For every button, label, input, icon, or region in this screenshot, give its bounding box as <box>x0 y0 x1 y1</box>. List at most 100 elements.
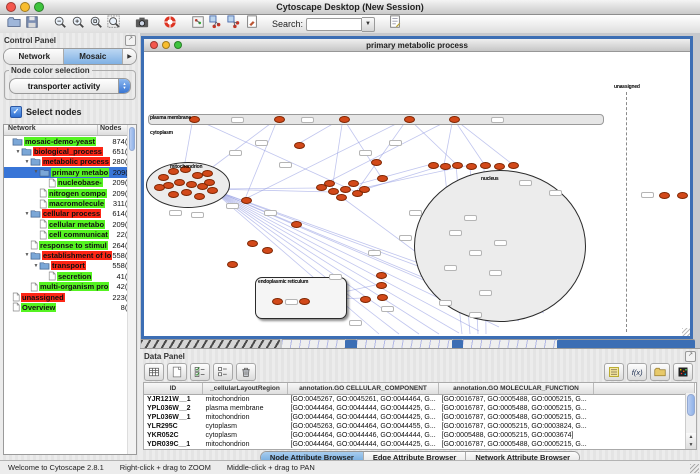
table-cell[interactable] <box>594 422 695 431</box>
gene-node[interactable] <box>247 240 258 247</box>
node-color-dropdown[interactable]: transporter activity ▲▼ <box>9 78 131 94</box>
network-window-titlebar[interactable]: primary metabolic process <box>144 39 690 52</box>
float-data-panel-icon[interactable]: ↗ <box>685 351 696 362</box>
tree-row-nitrogen-compo[interactable]: nitrogen compo209(0) <box>4 188 136 198</box>
gene-node[interactable] <box>204 179 215 186</box>
tree-row-overview[interactable]: Overview8(0) <box>4 302 136 312</box>
gene-node[interactable] <box>428 162 439 169</box>
table-cell[interactable]: YPL036W__2 <box>144 404 203 413</box>
table-row[interactable]: YJR121W__1mitochondrion[GO:0045267, GO:0… <box>144 395 695 405</box>
view-resize-grip[interactable] <box>682 328 690 336</box>
edge[interactable] <box>444 118 453 165</box>
table-cell[interactable]: cytoplasm <box>203 422 288 431</box>
import-attributes-icon[interactable] <box>650 363 670 381</box>
gene-node[interactable] <box>466 163 477 170</box>
table-cell[interactable]: [GO:0016787, GO:0005488, GO:0005215, G..… <box>439 395 594 405</box>
tree-row-transport[interactable]: ▼transport558(0) <box>4 261 136 271</box>
gene-node[interactable] <box>340 186 351 193</box>
gene-node[interactable] <box>452 162 463 169</box>
gene-node[interactable] <box>348 180 359 187</box>
table-row[interactable]: YDR039C__1mitochondrion[GO:0044464, GO:0… <box>144 440 695 449</box>
gene-node[interactable] <box>272 298 283 305</box>
table-row[interactable]: YPL036W__1mitochondrion[GO:0044464, GO:0… <box>144 413 695 422</box>
gene-node[interactable] <box>294 142 305 149</box>
table-cell[interactable] <box>594 395 695 405</box>
gene-node[interactable] <box>174 179 185 186</box>
attribute-matrix-icon[interactable] <box>673 363 693 381</box>
tree-row-metabolic-process[interactable]: ▼metabolic process280(0) <box>4 157 136 167</box>
table-cell[interactable]: mitochondrion <box>203 413 288 422</box>
gene-node[interactable] <box>494 163 505 170</box>
table-row[interactable]: YPL036W__2plasma membrane[GO:0044464, GO… <box>144 404 695 413</box>
create-attribute-icon[interactable] <box>167 363 187 381</box>
snapshot-icon[interactable] <box>134 14 150 30</box>
table-row[interactable]: YKR052Ccytoplasm[GO:0044464, GO:0044446,… <box>144 431 695 440</box>
table-cell[interactable]: [GO:0016787, GO:0005488, GO:0005215, G..… <box>439 413 594 422</box>
table-cell[interactable] <box>594 431 695 440</box>
table-cell[interactable]: [GO:0005488, GO:0005215, GO:0003674] <box>439 431 594 440</box>
gene-node[interactable] <box>241 197 252 204</box>
table-cell[interactable] <box>594 404 695 413</box>
table-cell[interactable]: [GO:0044464, GO:0044446, GO:0044444, G..… <box>288 431 439 440</box>
search-options-icon[interactable] <box>387 14 403 30</box>
gene-node[interactable] <box>262 247 273 254</box>
gene-node[interactable] <box>168 191 179 198</box>
gene-node[interactable] <box>377 294 388 301</box>
gene-node[interactable] <box>449 116 460 123</box>
table-header-_cellularLayoutRegion[interactable]: _cellularLayoutRegion <box>203 383 288 395</box>
gene-node[interactable] <box>359 186 370 193</box>
function-builder-icon[interactable]: f(x) <box>627 363 647 381</box>
table-cell[interactable]: YLR295C <box>144 422 203 431</box>
table-cell[interactable] <box>594 440 695 449</box>
search-input[interactable] <box>306 18 362 31</box>
attribute-list-icon[interactable] <box>604 363 624 381</box>
gene-node[interactable] <box>377 175 388 182</box>
tree-row-biological-process[interactable]: ▼biological_process651(0) <box>4 146 136 156</box>
gene-node[interactable] <box>194 193 205 200</box>
cytopanel-icon[interactable] <box>190 14 206 30</box>
table-cell[interactable]: [GO:0016787, GO:0005488, GO:0005215, G..… <box>439 440 594 449</box>
gene-node[interactable] <box>360 296 371 303</box>
zoom-region-icon[interactable] <box>106 14 122 30</box>
attribute-table-icon[interactable] <box>144 363 164 381</box>
import-annotation-icon[interactable] <box>244 14 260 30</box>
table-cell[interactable]: YJR121W__1 <box>144 395 203 405</box>
zoom-fit-icon[interactable] <box>88 14 104 30</box>
app-resize-grip[interactable] <box>690 464 699 473</box>
table-header-annotation.GO CELLULAR_COMPONENT[interactable]: annotation.GO CELLULAR_COMPONENT <box>288 383 439 395</box>
tree-row-nucleobase-[interactable]: nucleobase-209(0) <box>4 178 136 188</box>
gene-node[interactable] <box>480 162 491 169</box>
gene-node[interactable] <box>181 189 192 196</box>
table-cell[interactable]: [GO:0044464, GO:0044444, GO:0044425, G..… <box>288 404 439 413</box>
open-session-icon[interactable] <box>6 14 22 30</box>
attribute-mapping-icon[interactable] <box>208 14 224 30</box>
gene-node[interactable] <box>677 192 688 199</box>
tree-row-cell-communicat[interactable]: cell communicat22(0) <box>4 230 136 240</box>
gene-node[interactable] <box>227 261 238 268</box>
table-cell[interactable]: [GO:0016787, GO:0005488, GO:0005215, G..… <box>439 404 594 413</box>
tree-row-macromolecule[interactable]: macromolecule311(0) <box>4 198 136 208</box>
table-cell[interactable]: [GO:0044464, GO:0044444, GO:0044425, G..… <box>288 440 439 449</box>
gene-node[interactable] <box>404 116 415 123</box>
table-cell[interactable]: YKR052C <box>144 431 203 440</box>
table-cell[interactable]: plasma membrane <box>203 404 288 413</box>
gene-node[interactable] <box>291 221 302 228</box>
table-cell[interactable]: YDR039C__1 <box>144 440 203 449</box>
table-header-empty[interactable] <box>594 383 695 395</box>
gene-node[interactable] <box>508 162 519 169</box>
table-cell[interactable] <box>594 413 695 422</box>
gene-node[interactable] <box>158 174 169 181</box>
tab-network[interactable]: Network <box>4 49 64 64</box>
tree-row-primary-metabo[interactable]: ▼primary metabo209(... <box>4 167 136 177</box>
gene-node[interactable] <box>299 298 310 305</box>
gene-node[interactable] <box>339 116 350 123</box>
tree-row-cellular-process[interactable]: ▼cellular process614(0) <box>4 209 136 219</box>
network-canvas[interactable]: plasma membranecytoplasmmitochondrionnuc… <box>144 52 690 336</box>
gene-node[interactable] <box>154 184 165 191</box>
help-icon[interactable] <box>162 14 178 30</box>
gene-node[interactable] <box>207 187 218 194</box>
table-cell[interactable]: [GO:0044464, GO:0044444, GO:0044425, G..… <box>288 413 439 422</box>
table-cell[interactable]: [GO:0045267, GO:0045261, GO:0044464, G..… <box>288 395 439 405</box>
table-cell[interactable]: YPL036W__1 <box>144 413 203 422</box>
scrollbar-arrows[interactable]: ▲▼ <box>685 433 696 449</box>
